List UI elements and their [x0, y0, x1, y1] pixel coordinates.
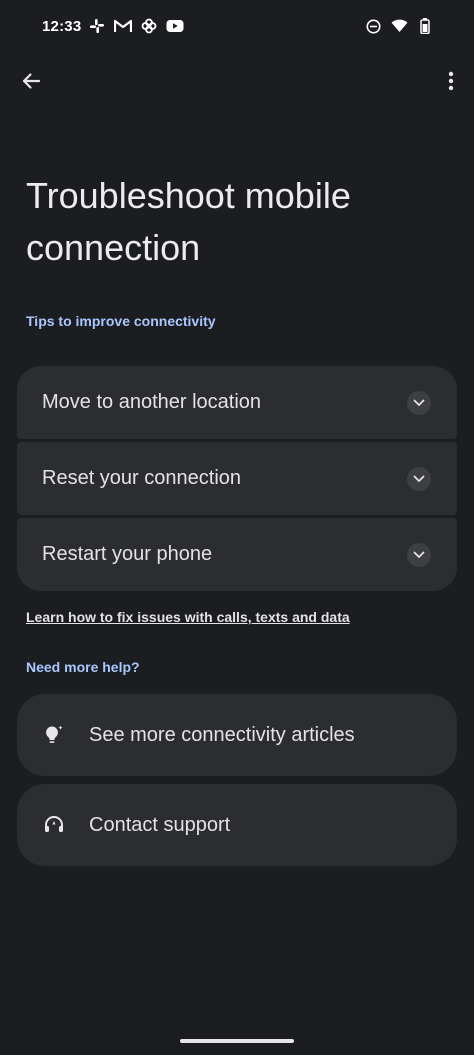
- chevron-down-icon[interactable]: [407, 542, 431, 567]
- tip-move-location[interactable]: Move to another location: [17, 366, 457, 439]
- status-system-icons: [364, 17, 434, 35]
- back-button[interactable]: [14, 66, 48, 100]
- dnd-icon: [364, 17, 382, 35]
- status-notification-icons: [88, 17, 184, 35]
- tip-restart-phone[interactable]: Restart your phone: [17, 518, 457, 591]
- youtube-icon: [166, 17, 184, 35]
- headset-icon: [41, 812, 67, 838]
- home-indicator[interactable]: [180, 1039, 294, 1043]
- tip-label: Reset your connection: [42, 467, 242, 489]
- slack-icon: [88, 17, 106, 35]
- status-bar: 12:33: [0, 0, 474, 54]
- chevron-down-icon[interactable]: [407, 466, 431, 491]
- tips-accordion: Move to another location Reset your conn…: [17, 366, 457, 594]
- wifi-icon: [390, 17, 408, 35]
- contact-support-label: Contact support: [89, 813, 231, 836]
- tip-reset-connection[interactable]: Reset your connection: [17, 442, 457, 515]
- lightbulb-icon: [41, 722, 67, 748]
- gmail-icon: [114, 17, 132, 35]
- arrow-left-icon: [21, 71, 41, 96]
- more-options-button[interactable]: [442, 66, 460, 100]
- top-app-bar: [0, 60, 474, 106]
- help-section-label: Need more help?: [26, 659, 140, 675]
- contact-support-button[interactable]: Contact support: [17, 784, 457, 866]
- page-title-line1: Troubleshoot mobile: [26, 175, 351, 216]
- more-vert-icon: [448, 71, 454, 96]
- page-title-line2: connection: [26, 227, 201, 268]
- tip-label: Move to another location: [42, 391, 262, 413]
- tip-label: Restart your phone: [42, 543, 213, 565]
- tips-section-label: Tips to improve connectivity: [26, 313, 216, 329]
- chevron-down-icon[interactable]: [407, 390, 431, 415]
- connectivity-articles-label: See more connectivity articles: [89, 723, 355, 746]
- page-title: Troubleshoot mobile connection: [26, 170, 446, 274]
- learn-fix-issues-link[interactable]: Learn how to fix issues with calls, text…: [26, 609, 350, 625]
- status-time: 12:33: [42, 18, 82, 35]
- battery-icon: [416, 17, 434, 35]
- pinwheel-icon: [140, 17, 158, 35]
- connectivity-articles-button[interactable]: See more connectivity articles: [17, 694, 457, 776]
